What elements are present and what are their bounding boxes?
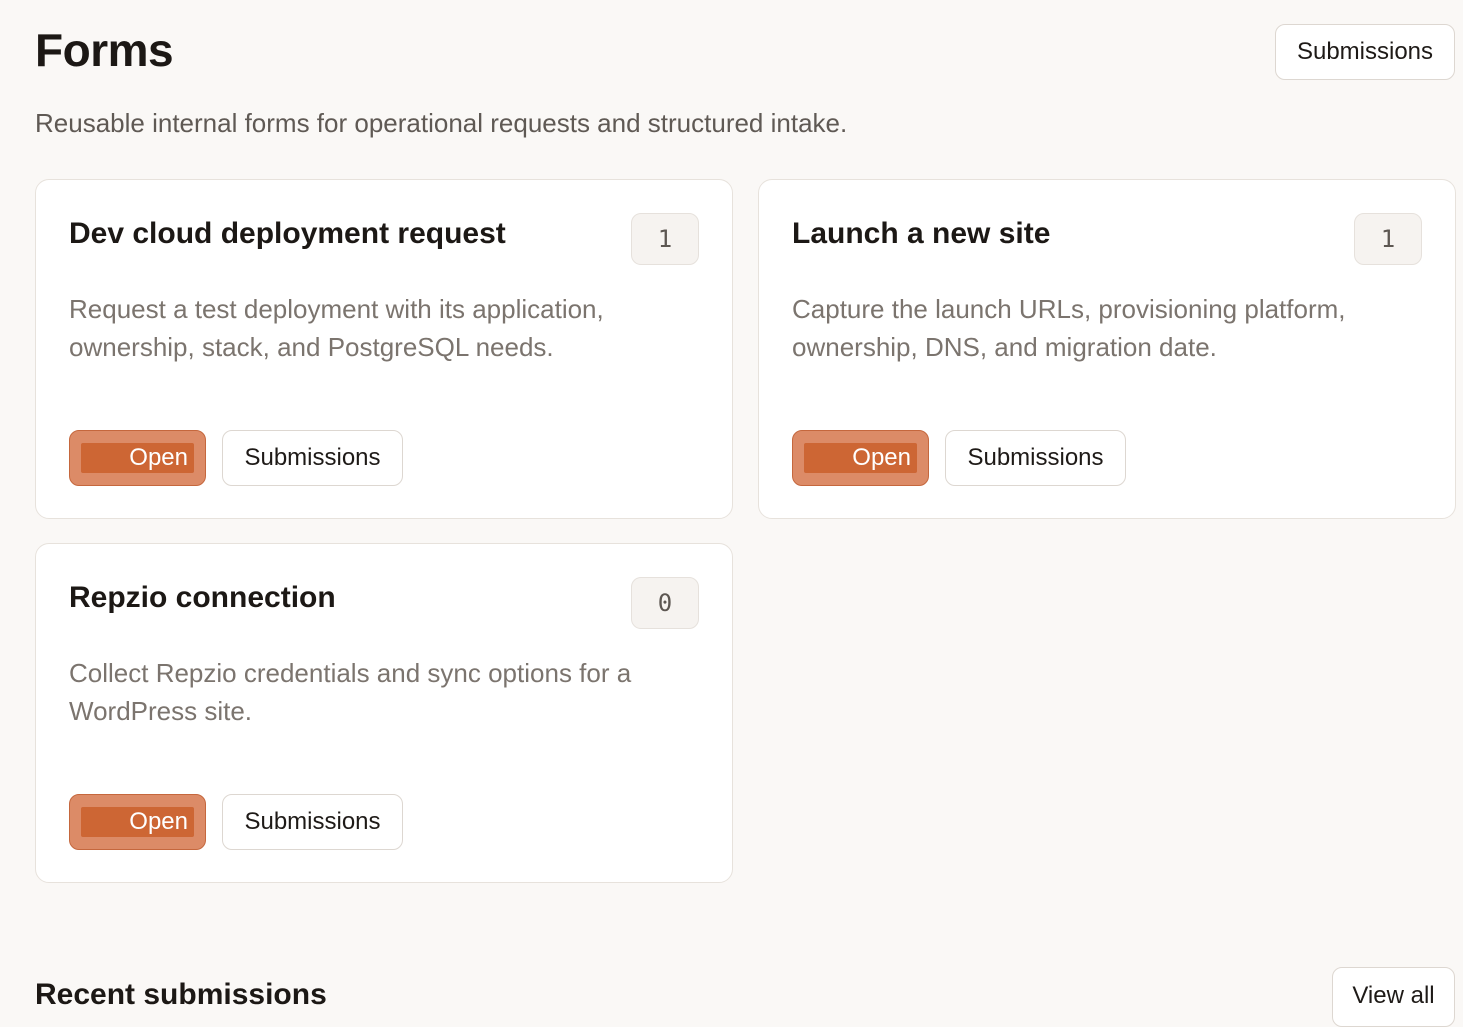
- form-submissions-button[interactable]: Submissions: [945, 430, 1126, 486]
- submission-count-badge: 1: [1354, 213, 1422, 265]
- form-card-actions: Open Submissions: [792, 430, 1126, 486]
- open-form-button-label: Open: [81, 443, 194, 473]
- form-card-description: Collect Repzio credentials and sync opti…: [69, 658, 632, 726]
- view-all-button[interactable]: View all: [1332, 967, 1455, 1027]
- open-form-button[interactable]: Open: [69, 794, 206, 850]
- form-submissions-button[interactable]: Submissions: [222, 430, 403, 486]
- form-card-description: Request a test deployment with its appli…: [69, 294, 604, 362]
- header-submissions-button[interactable]: Submissions: [1275, 24, 1455, 80]
- form-card-actions: Open Submissions: [69, 794, 403, 850]
- form-card-repzio-connection: Repzio connection 0 Collect Repzio crede…: [35, 543, 733, 883]
- form-card-dev-cloud-deployment: Dev cloud deployment request 1 Request a…: [35, 179, 733, 519]
- submission-count-badge: 1: [631, 213, 699, 265]
- form-card-launch-new-site: Launch a new site 1 Capture the launch U…: [758, 179, 1456, 519]
- open-form-button-label: Open: [81, 807, 194, 837]
- form-card-title: Dev cloud deployment request: [69, 217, 506, 250]
- form-card-description: Capture the launch URLs, provisioning pl…: [792, 294, 1346, 362]
- open-form-button-label: Open: [804, 443, 917, 473]
- recent-submissions-title: Recent submissions: [35, 978, 327, 1011]
- form-card-title: Launch a new site: [792, 217, 1051, 250]
- submission-count-badge: 0: [631, 577, 699, 629]
- form-card-actions: Open Submissions: [69, 430, 403, 486]
- open-form-button[interactable]: Open: [69, 430, 206, 486]
- form-card-title: Repzio connection: [69, 581, 336, 614]
- page-title: Forms: [35, 24, 174, 76]
- page-subtitle: Reusable internal forms for operational …: [35, 108, 848, 138]
- open-form-button[interactable]: Open: [792, 430, 929, 486]
- form-submissions-button[interactable]: Submissions: [222, 794, 403, 850]
